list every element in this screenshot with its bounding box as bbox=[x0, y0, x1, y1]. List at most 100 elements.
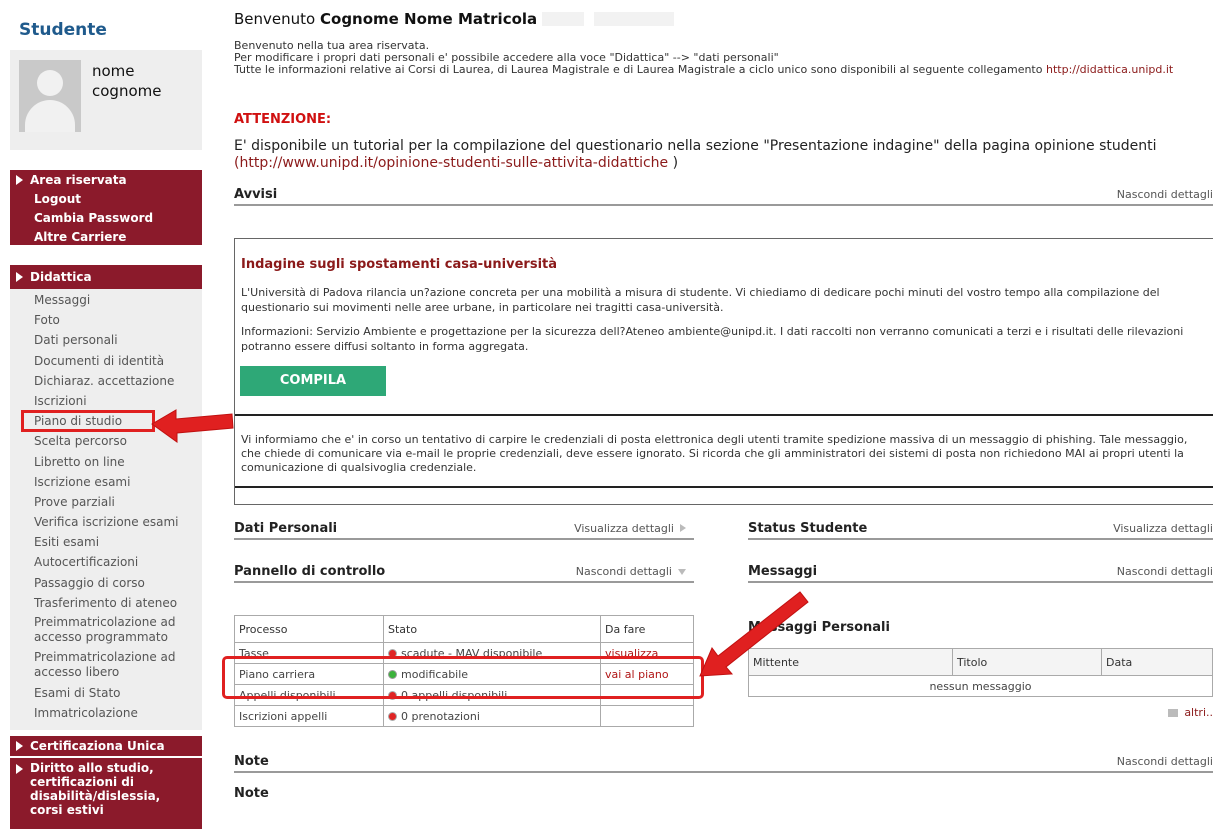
sidebar-item-iscrizioni[interactable]: Iscrizioni bbox=[10, 391, 202, 411]
sidebar-header-didattica[interactable]: Didattica bbox=[10, 265, 202, 289]
messaggi-header: Messaggi Nascondi dettagli bbox=[748, 563, 1213, 583]
pannello-header: Pannello di controllo Nascondi dettagli bbox=[234, 563, 694, 583]
divider bbox=[235, 486, 1213, 488]
column-header: Stato bbox=[383, 615, 601, 643]
status-studente-toggle[interactable]: Visualizza dettagli bbox=[1113, 522, 1213, 535]
intro-line: Tutte le informazioni relative ai Corsi … bbox=[234, 63, 1043, 76]
sidebar-item-iscrizione-esami[interactable]: Iscrizione esami bbox=[10, 472, 202, 492]
opinione-studenti-link[interactable]: (http://www.unipd.it/opinione-studenti-s… bbox=[234, 155, 668, 171]
chevron-down-icon bbox=[678, 569, 686, 575]
status-studente-header: Status Studente Visualizza dettagli bbox=[748, 520, 1213, 540]
profile-first-name: nome bbox=[92, 62, 135, 80]
sidebar-section-diritto: Diritto allo studio, certificazioni di d… bbox=[10, 758, 202, 829]
sidebar-item-libretto-on-line[interactable]: Libretto on line bbox=[10, 452, 202, 472]
sidebar-link-logout[interactable]: Logout bbox=[34, 190, 202, 209]
sidebar-header-label: Didattica bbox=[30, 270, 92, 284]
survey-paragraph: L'Università di Padova rilancia un?azion… bbox=[241, 286, 1160, 314]
note-toggle[interactable]: Nascondi dettagli bbox=[1117, 755, 1213, 768]
survey-text: L'Università di Padova rilancia un?azion… bbox=[241, 285, 1211, 354]
sidebar-title: Studente bbox=[19, 20, 107, 40]
sidebar-item-esiti-esami[interactable]: Esiti esami bbox=[10, 532, 202, 552]
sidebar: Studente nome cognome Area riservata Log… bbox=[0, 0, 202, 829]
table-header-row: Processo Stato Da fare bbox=[234, 615, 694, 643]
sidebar-item-foto[interactable]: Foto bbox=[10, 310, 202, 330]
sidebar-item-trasferimento-ateneo[interactable]: Trasferimento di ateneo bbox=[10, 593, 202, 613]
altri-label: altri.. bbox=[1184, 706, 1213, 719]
sidebar-item-autocertificazioni[interactable]: Autocertificazioni bbox=[10, 552, 202, 572]
compila-button[interactable]: COMPILA bbox=[240, 366, 386, 396]
avvisi-header: Avvisi Nascondi dettagli bbox=[234, 186, 1213, 206]
avatar-head-icon bbox=[37, 70, 63, 96]
divider bbox=[235, 414, 1213, 416]
column-header: Titolo bbox=[952, 648, 1102, 676]
arrow-right-icon bbox=[16, 764, 23, 774]
avatar bbox=[19, 60, 81, 132]
sidebar-item-dichiaraz-accettazione[interactable]: Dichiaraz. accettazione bbox=[10, 371, 202, 391]
arrow-right-icon bbox=[16, 741, 23, 751]
welcome-name: Cognome Nome Matricola bbox=[320, 10, 538, 28]
tutorial-line: E' disponibile un tutorial per la compil… bbox=[234, 138, 1157, 154]
redacted-block bbox=[542, 12, 584, 26]
avvisi-box: Indagine sugli spostamenti casa-universi… bbox=[234, 238, 1213, 505]
sidebar-item-piano-di-studio[interactable]: Piano di studio bbox=[21, 410, 155, 433]
redacted-block bbox=[594, 12, 674, 26]
sidebar-link-altre-carriere[interactable]: Altre Carriere bbox=[34, 228, 202, 247]
sidebar-item-dati-personali[interactable]: Dati personali bbox=[10, 330, 202, 350]
column-header: Processo bbox=[234, 615, 384, 643]
note-header: Note Nascondi dettagli bbox=[234, 753, 1213, 773]
sidebar-item-scelta-percorso[interactable]: Scelta percorso bbox=[10, 431, 202, 451]
arrow-right-icon bbox=[16, 272, 23, 282]
sidebar-item-messaggi[interactable]: Messaggi bbox=[10, 290, 202, 310]
messages-table: Mittente Titolo Data nessun messaggio bbox=[748, 648, 1213, 697]
messaggi-title: Messaggi bbox=[748, 564, 818, 579]
process-cell: Iscrizioni appelli bbox=[234, 705, 384, 727]
table-row: nessun messaggio bbox=[748, 675, 1213, 697]
sidebar-header-label: Area riservata bbox=[30, 173, 127, 187]
survey-paragraph: Informazioni: Servizio Ambiente e proget… bbox=[241, 325, 1184, 353]
sidebar-header-label: Certificaziona Unica bbox=[30, 739, 165, 753]
avvisi-toggle[interactable]: Nascondi dettagli bbox=[1117, 188, 1213, 201]
tutorial-close: ) bbox=[668, 155, 679, 171]
sidebar-item-esami-di-stato[interactable]: Esami di Stato bbox=[10, 683, 202, 703]
sidebar-item-passaggio-di-corso[interactable]: Passaggio di corso bbox=[10, 573, 202, 593]
sidebar-item-prove-parziali[interactable]: Prove parziali bbox=[10, 492, 202, 512]
avvisi-title: Avvisi bbox=[234, 187, 278, 202]
avatar-body-icon bbox=[25, 100, 75, 132]
note-title: Note bbox=[234, 754, 269, 769]
sidebar-header-certificazione[interactable]: Certificaziona Unica bbox=[10, 736, 202, 756]
sidebar-didattica-list: Messaggi Foto Dati personali Documenti d… bbox=[10, 289, 202, 730]
sidebar-section-area-riservata: Area riservata Logout Cambia Password Al… bbox=[10, 170, 202, 245]
document-icon bbox=[1168, 709, 1179, 717]
note-label: Note bbox=[234, 786, 269, 801]
sidebar-item-preimmatricolazione-programmato[interactable]: Preimmatricolazione ad accesso programma… bbox=[10, 613, 202, 648]
sidebar-header-diritto[interactable]: Diritto allo studio, certificazioni di d… bbox=[10, 758, 202, 817]
sidebar-item-verifica-iscrizione-esami[interactable]: Verifica iscrizione esami bbox=[10, 512, 202, 532]
column-header: Mittente bbox=[748, 648, 953, 676]
phishing-notice: Vi informiamo che e' in corso un tentati… bbox=[241, 433, 1188, 474]
altri-link[interactable]: altri.. bbox=[1168, 706, 1213, 719]
column-header: Da fare bbox=[600, 615, 694, 643]
status-red-dot-icon bbox=[388, 712, 397, 721]
sidebar-item-preimmatricolazione-libero[interactable]: Preimmatricolazione ad accesso libero bbox=[10, 648, 202, 683]
sidebar-section-didattica: Didattica bbox=[10, 265, 202, 289]
messaggi-toggle[interactable]: Nascondi dettagli bbox=[1117, 565, 1213, 578]
sidebar-header-area-riservata[interactable]: Area riservata bbox=[10, 170, 202, 190]
sidebar-item-immatricolazione[interactable]: Immatricolazione bbox=[10, 703, 202, 723]
intro-text: Benvenuto nella tua area riservata. Per … bbox=[234, 40, 1173, 76]
sidebar-header-label: Diritto allo studio, certificazioni di d… bbox=[30, 761, 161, 817]
status-studente-title: Status Studente bbox=[748, 521, 868, 536]
table-header-row: Mittente Titolo Data bbox=[748, 648, 1213, 676]
sidebar-item-documenti-identita[interactable]: Documenti di identità bbox=[10, 351, 202, 371]
pannello-title: Pannello di controllo bbox=[234, 564, 386, 579]
dati-personali-title: Dati Personali bbox=[234, 521, 338, 536]
column-header: Data bbox=[1101, 648, 1213, 676]
chevron-right-icon bbox=[680, 524, 686, 532]
sidebar-link-cambia-password[interactable]: Cambia Password bbox=[34, 209, 202, 228]
didattica-link[interactable]: http://didattica.unipd.it bbox=[1046, 63, 1173, 76]
pannello-toggle-label: Nascondi dettagli bbox=[575, 565, 672, 578]
pannello-toggle[interactable]: Nascondi dettagli bbox=[576, 565, 686, 578]
tutorial-text: E' disponibile un tutorial per la compil… bbox=[234, 138, 1157, 172]
empty-messages-cell: nessun messaggio bbox=[748, 675, 1213, 697]
dati-personali-toggle[interactable]: Visualizza dettagli bbox=[574, 522, 686, 535]
welcome-heading: Benvenuto Cognome Nome Matricola bbox=[234, 10, 537, 28]
